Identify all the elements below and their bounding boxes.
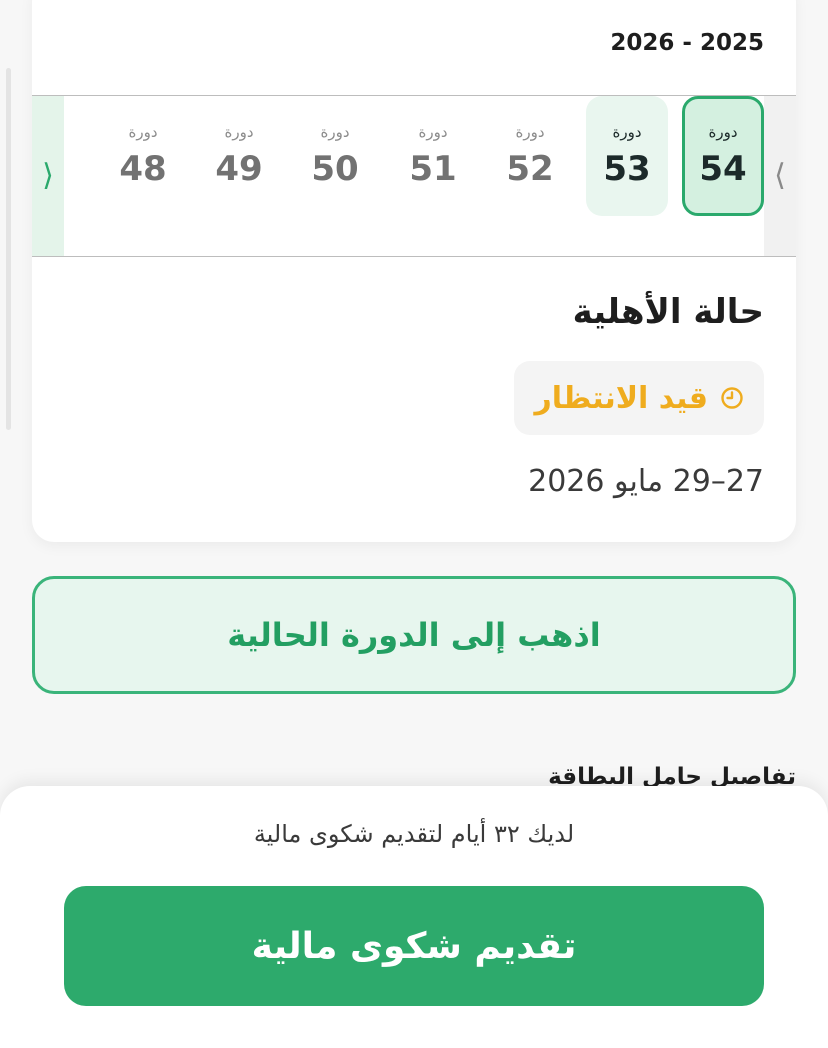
cycle-number: 51	[409, 149, 457, 189]
cycle-number: 49	[215, 149, 263, 189]
cycle-number: 54	[699, 149, 747, 189]
cycle-label: دورة	[320, 123, 350, 141]
cycle-number: 50	[311, 149, 359, 189]
submit-financial-complaint-button[interactable]: تقديم شكوى مالية	[64, 886, 764, 1006]
cycle-label: دورة	[224, 123, 254, 141]
cycle-number: 48	[119, 149, 167, 189]
eligibility-card: 2026 - 2025 ⟨ دورة 54 دورة 53 دورة 52 دو…	[32, 0, 796, 542]
cycle-number: 52	[506, 149, 554, 189]
cycle-item-54[interactable]: دورة 54	[682, 96, 764, 216]
chevron-right-icon[interactable]: ⟩	[32, 96, 64, 256]
cycle-item-51[interactable]: دورة 51	[392, 96, 474, 216]
cycle-label: دورة	[128, 123, 158, 141]
cycle-label: دورة	[515, 123, 545, 141]
divider	[32, 256, 796, 257]
cycle-label: دورة	[418, 123, 448, 141]
cycle-label: دورة	[708, 123, 738, 141]
cycle-dates: 27–29 مايو 2026	[528, 464, 764, 499]
cycle-item-49[interactable]: دورة 49	[198, 96, 280, 216]
cycle-selector: ⟨ دورة 54 دورة 53 دورة 52 دورة 51 دورة 5…	[32, 96, 796, 256]
cycle-label: دورة	[612, 123, 642, 141]
cycle-item-53[interactable]: دورة 53	[586, 96, 668, 216]
go-to-current-cycle-button[interactable]: اذهب إلى الدورة الحالية	[32, 576, 796, 694]
status-badge: قيد الانتظار	[514, 361, 764, 435]
app-screen: 2026 - 2025 ⟨ دورة 54 دورة 53 دورة 52 دو…	[0, 0, 828, 1048]
cycle-list: دورة 54 دورة 53 دورة 52 دورة 51 دورة 50 …	[64, 96, 764, 256]
cycle-item-52[interactable]: دورة 52	[489, 96, 571, 216]
status-text: قيد الانتظار	[534, 380, 708, 416]
cycle-item-50[interactable]: دورة 50	[294, 96, 376, 216]
cycle-number: 53	[603, 149, 651, 189]
bottom-sheet: لديك ٣٢ أيام لتقديم شكوى مالية تقديم شكو…	[0, 786, 828, 1048]
days-left-text: لديك ٣٢ أيام لتقديم شكوى مالية	[253, 820, 575, 848]
chevron-left-icon[interactable]: ⟨	[764, 96, 796, 256]
season-year: 2026 - 2025	[610, 30, 764, 56]
cycle-item-48[interactable]: دورة 48	[102, 96, 184, 216]
clock-icon	[721, 387, 743, 409]
eligibility-title: حالة الأهلية	[572, 292, 764, 332]
page-scrollbar[interactable]	[6, 68, 11, 430]
